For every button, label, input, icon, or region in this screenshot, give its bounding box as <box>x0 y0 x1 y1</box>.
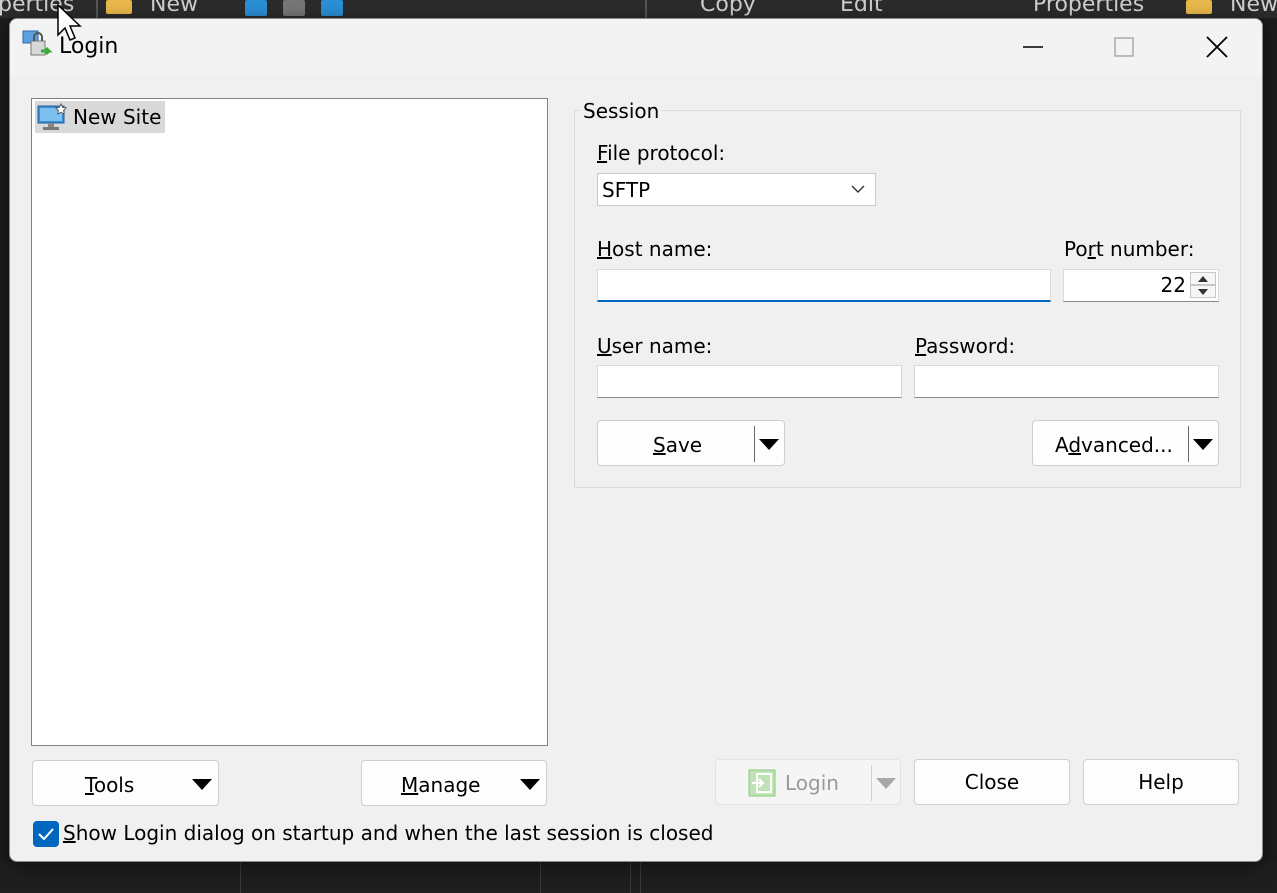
arrow-up-icon <box>1198 276 1208 282</box>
file-protocol-value: SFTP <box>602 177 651 202</box>
checkmark-icon <box>38 828 54 840</box>
maximize-icon <box>1114 37 1134 57</box>
host-name-field[interactable] <box>597 269 1051 302</box>
site-tree[interactable]: New Site <box>31 98 548 746</box>
tree-item-new-site[interactable]: New Site <box>35 101 166 133</box>
password-field[interactable] <box>914 365 1219 398</box>
save-button-label: Save <box>653 433 703 457</box>
manage-dropdown-icon <box>520 779 540 790</box>
port-number-stepper[interactable]: 22 <box>1063 269 1219 302</box>
advanced-split-divider <box>1188 426 1189 462</box>
close-icon <box>1206 36 1228 58</box>
maximize-button[interactable] <box>1104 27 1144 67</box>
manage-button[interactable]: Manage <box>361 760 547 806</box>
login-dropdown-icon[interactable] <box>876 778 896 790</box>
save-dropdown-icon[interactable] <box>759 439 779 451</box>
session-group-title: Session <box>580 99 663 123</box>
user-name-label: User name: <box>597 334 713 358</box>
user-name-input[interactable] <box>598 366 901 397</box>
login-split-divider <box>871 765 872 801</box>
help-button-label: Help <box>1138 770 1184 794</box>
file-protocol-select[interactable]: SFTP <box>597 173 876 206</box>
arrow-down-icon <box>1198 289 1208 295</box>
background-statusbar <box>0 862 1277 893</box>
bg-copy-text: Copy <box>700 0 756 17</box>
save-button[interactable]: Save <box>597 420 785 466</box>
minimize-button[interactable] <box>1013 27 1053 67</box>
close-window-button[interactable] <box>1197 27 1237 67</box>
background-toolbar: perties New Copy Edit Properties New <box>0 0 1277 18</box>
tools-dropdown-icon <box>192 779 212 790</box>
tools-button[interactable]: Tools <box>32 760 219 806</box>
password-label: Password: <box>915 334 1016 358</box>
login-app-icon <box>22 30 53 56</box>
close-button-label: Close <box>964 770 1020 794</box>
bg-filter-icon <box>321 0 343 16</box>
tools-button-label: Tools <box>85 773 135 797</box>
advanced-button[interactable]: Advanced... <box>1032 420 1219 466</box>
startup-checkbox-label[interactable]: Show Login dialog on startup and when th… <box>63 821 713 845</box>
bg-add-icon <box>245 0 267 16</box>
startup-checkbox[interactable] <box>33 821 59 847</box>
login-button[interactable]: Login <box>715 759 901 805</box>
password-input[interactable] <box>915 366 1218 397</box>
host-name-label: Host name: <box>597 237 713 261</box>
port-increment-button[interactable] <box>1190 272 1216 285</box>
mouse-cursor-icon <box>57 4 82 41</box>
port-decrement-button[interactable] <box>1190 285 1216 298</box>
bg-new-text: New <box>150 0 198 17</box>
save-split-divider <box>754 426 755 462</box>
file-protocol-label: File protocol: <box>597 141 726 165</box>
port-number-value: 22 <box>1160 273 1186 297</box>
manage-button-label: Manage <box>401 773 481 797</box>
title-bar[interactable]: Login <box>10 19 1262 75</box>
login-icon <box>748 769 776 797</box>
bg-remove-icon <box>283 0 305 16</box>
bg-folder-icon <box>106 0 132 14</box>
user-name-field[interactable] <box>597 365 902 398</box>
advanced-button-label: Advanced... <box>1055 433 1173 457</box>
port-number-label: Port number: <box>1064 237 1195 261</box>
host-name-input[interactable] <box>598 270 1050 300</box>
advanced-dropdown-icon[interactable] <box>1193 439 1213 451</box>
tree-item-label: New Site <box>73 105 162 129</box>
bg-properties-text-2: Properties <box>1033 0 1145 17</box>
help-button[interactable]: Help <box>1083 759 1239 805</box>
minimize-icon <box>1023 46 1043 48</box>
close-button[interactable]: Close <box>914 759 1070 805</box>
login-dialog: Login New Site Session File protocol: SF… <box>9 18 1263 862</box>
bg-new-text-2: New <box>1230 0 1277 17</box>
bg-separator <box>645 0 647 18</box>
bg-separator <box>96 0 98 18</box>
bg-edit-text: Edit <box>840 0 883 17</box>
bg-folder-icon <box>1186 0 1212 14</box>
new-site-icon <box>37 103 67 130</box>
port-spin-buttons[interactable] <box>1190 272 1216 298</box>
login-button-label: Login <box>785 771 839 795</box>
chevron-down-icon <box>851 185 865 193</box>
